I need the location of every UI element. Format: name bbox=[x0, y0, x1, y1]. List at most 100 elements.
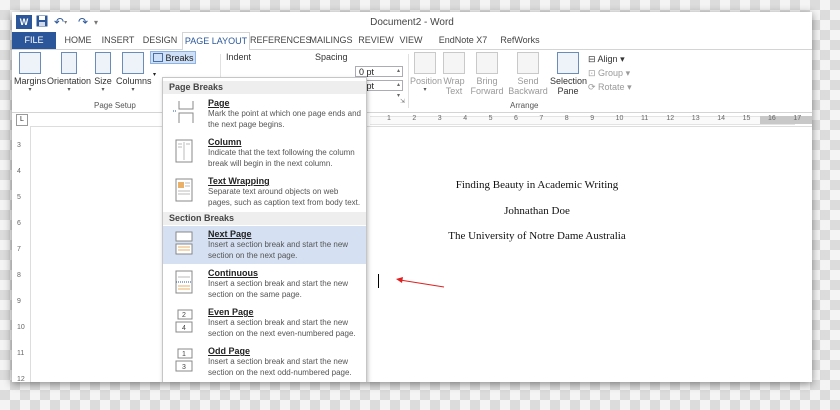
column-break-icon bbox=[175, 139, 193, 163]
arrange-group-label: Arrange bbox=[510, 101, 539, 110]
send-backward-icon bbox=[517, 52, 539, 74]
menu-item-title: Continuous bbox=[208, 268, 258, 278]
columns-button[interactable]: Columns ▾ bbox=[116, 52, 152, 93]
svg-text:4: 4 bbox=[182, 325, 186, 332]
ruler-number: 6 bbox=[514, 115, 518, 122]
send-backward-button[interactable]: Send Backward bbox=[508, 52, 548, 96]
group-separator bbox=[408, 54, 409, 108]
position-icon bbox=[414, 52, 436, 74]
ruler-number: 13 bbox=[691, 115, 700, 122]
tab-endnote[interactable]: EndNote X7 bbox=[438, 32, 488, 49]
vertical-ruler-number: 8 bbox=[17, 272, 21, 279]
svg-text:1: 1 bbox=[182, 351, 186, 358]
next-page-section-icon bbox=[175, 231, 193, 255]
breaks-icon bbox=[153, 53, 163, 62]
vertical-ruler-number: 10 bbox=[17, 324, 25, 331]
position-button[interactable]: Position ▾ bbox=[410, 52, 442, 93]
menu-item-description: Insert a section break and start the new… bbox=[208, 279, 349, 299]
bring-forward-button[interactable]: Bring Forward bbox=[470, 52, 504, 96]
breaks-dropdown-menu: Page Breaks Page Mark the point at which… bbox=[162, 77, 367, 382]
tab-insert[interactable]: INSERT bbox=[98, 32, 138, 49]
size-icon bbox=[95, 52, 111, 74]
align-button[interactable]: ⊟ Align ▾ bbox=[588, 54, 625, 65]
ruler-number: 1 bbox=[387, 115, 391, 122]
tab-review[interactable]: REVIEW bbox=[358, 32, 394, 49]
indent-label: Indent bbox=[226, 52, 252, 62]
ruler-number: 2 bbox=[412, 115, 417, 122]
wrap-text-icon bbox=[443, 52, 465, 74]
menu-item-column[interactable]: Column Indicate that the text following … bbox=[163, 134, 366, 172]
ruler-number: 4 bbox=[463, 115, 468, 122]
tab-design[interactable]: DESIGN bbox=[140, 32, 180, 49]
menu-item-description: Insert a section break and start the new… bbox=[208, 240, 349, 260]
ruler-number: 8 bbox=[564, 115, 569, 122]
ruler-number: 15 bbox=[742, 115, 751, 122]
menu-item-description: Separate text around objects on web page… bbox=[208, 187, 361, 207]
menu-item-description: Insert a section break and start the new… bbox=[208, 357, 352, 377]
window-title: Document2 - Word bbox=[370, 17, 454, 28]
even-page-section-icon: 2 4 bbox=[175, 309, 193, 333]
vertical-ruler-number: 4 bbox=[17, 168, 21, 175]
vertical-ruler-number: 3 bbox=[17, 142, 21, 149]
page-setup-group-label: Page Setup bbox=[94, 101, 136, 110]
menu-item-title: Even Page bbox=[208, 307, 254, 317]
menu-item-even-page[interactable]: 2 4 Even Page Insert a section break and… bbox=[163, 304, 366, 342]
ruler-number: 14 bbox=[717, 115, 725, 122]
ribbon: Margins ▾ Orientation ▾ Size ▾ Columns ▾ Bre… bbox=[12, 50, 812, 113]
size-button[interactable]: Size ▾ bbox=[92, 52, 114, 93]
paragraph-launcher-icon[interactable]: ⇲ bbox=[400, 98, 405, 105]
word-window: W ↶ ▾ ↷ ▾ Document2 - Word FILE HOME INSE… bbox=[12, 12, 812, 382]
ruler-number: 16 bbox=[768, 115, 776, 122]
breaks-button[interactable]: Breaks ▾ bbox=[150, 51, 196, 78]
menu-item-text-wrapping[interactable]: Text Wrapping Separate text around objec… bbox=[163, 173, 366, 211]
rotate-button[interactable]: ⟳ Rotate ▾ bbox=[588, 82, 632, 93]
ruler-number: 7 bbox=[539, 115, 544, 122]
vertical-ruler-number: 7 bbox=[17, 246, 21, 253]
menu-item-page[interactable]: Page Mark the point at which one page en… bbox=[163, 95, 366, 133]
spacing-before-input[interactable]: 0 pt▴▾ bbox=[355, 66, 403, 85]
menu-item-continuous[interactable]: Continuous Insert a section break and st… bbox=[163, 265, 366, 303]
tab-references[interactable]: REFERENCES bbox=[250, 32, 312, 49]
menu-item-title: Page bbox=[208, 98, 230, 108]
tab-file[interactable]: FILE bbox=[12, 32, 56, 49]
menu-item-title: Column bbox=[208, 137, 242, 147]
title-bar: W ↶ ▾ ↷ ▾ Document2 - Word bbox=[12, 12, 812, 32]
vertical-ruler[interactable]: 3 4 5 6 7 8 9 10 11 12 bbox=[12, 126, 31, 382]
menu-item-next-page[interactable]: Next Page Insert a section break and sta… bbox=[163, 226, 366, 264]
spacing-label: Spacing bbox=[315, 52, 348, 62]
tab-page-layout[interactable]: PAGE LAYOUT bbox=[182, 32, 250, 51]
orientation-button[interactable]: Orientation ▾ bbox=[46, 52, 92, 93]
ruler-number: 17 bbox=[793, 115, 802, 122]
horizontal-ruler[interactable]: 21123456789101112131415161718 bbox=[30, 113, 812, 127]
ribbon-tabs: FILE HOME INSERT DESIGN PAGE LAYOUT REFE… bbox=[12, 32, 812, 51]
tab-view[interactable]: VIEW bbox=[396, 32, 426, 49]
menu-item-title: Text Wrapping bbox=[208, 176, 270, 186]
tab-selector[interactable]: L bbox=[16, 114, 28, 126]
odd-page-section-icon: 1 3 bbox=[175, 348, 193, 372]
menu-item-odd-page[interactable]: 1 3 Odd Page Insert a section break and … bbox=[163, 343, 366, 381]
annotation-arrow-icon bbox=[396, 277, 445, 288]
svg-text:3: 3 bbox=[182, 364, 186, 371]
vertical-ruler-number: 12 bbox=[17, 376, 25, 382]
tab-mailings[interactable]: MAILINGS bbox=[308, 32, 354, 49]
menu-item-description: Mark the point at which one page ends an… bbox=[208, 109, 361, 129]
page-break-icon bbox=[173, 101, 194, 123]
wrap-text-button[interactable]: Wrap Text bbox=[442, 52, 466, 96]
vertical-ruler-number: 11 bbox=[17, 350, 25, 357]
ruler-number: 3 bbox=[437, 115, 442, 122]
menu-item-title: Odd Page bbox=[208, 346, 251, 356]
columns-icon bbox=[122, 52, 144, 74]
ruler-number: 5 bbox=[488, 115, 493, 122]
svg-text:2: 2 bbox=[182, 312, 186, 319]
ruler-number: 11 bbox=[641, 115, 649, 122]
tab-refworks[interactable]: RefWorks bbox=[498, 32, 542, 49]
ruler-number: 10 bbox=[615, 115, 624, 122]
margins-button[interactable]: Margins ▾ bbox=[14, 52, 46, 93]
text-wrapping-break-icon bbox=[175, 178, 193, 202]
selection-pane-icon bbox=[557, 52, 579, 74]
selection-pane-button[interactable]: Selection Pane bbox=[550, 52, 587, 96]
group-button[interactable]: ⊡ Group ▾ bbox=[588, 68, 630, 79]
tab-home[interactable]: HOME bbox=[60, 32, 96, 49]
menu-item-description: Insert a section break and start the new… bbox=[208, 318, 356, 338]
bring-forward-icon bbox=[476, 52, 498, 74]
